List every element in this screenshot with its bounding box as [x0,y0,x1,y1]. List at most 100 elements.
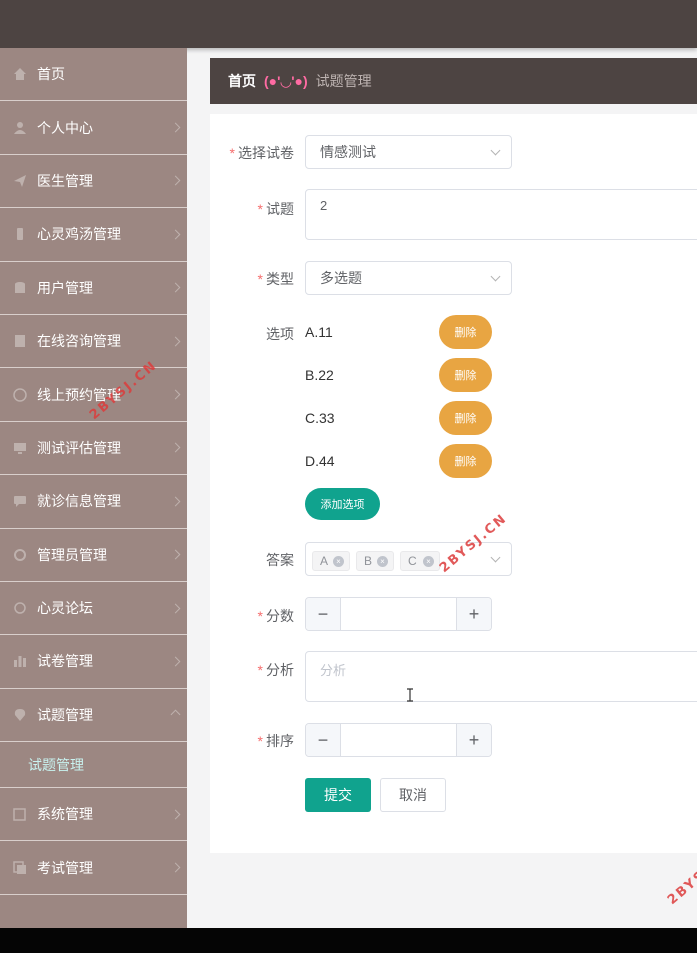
sidebar-item-admin[interactable]: 管理员管理 [0,529,187,582]
answer-tag: B × [356,551,394,571]
question-label-text: 试题 [266,201,294,217]
chevron-down-icon [170,442,181,453]
order-label: * 排序 [204,731,294,751]
answer-tag: A × [312,551,350,571]
answer-tag: C × [400,551,440,571]
type-label-text: 类型 [266,271,294,287]
sidebar-item-label: 就诊信息管理 [37,493,121,510]
sidebar: 首页 个人中心 医生管理 心灵鸡汤管理 用户管理 在线咨询管理 线上预约管理 测… [0,48,187,928]
location-icon [14,708,26,721]
sidebar-item-label: 用户管理 [37,279,93,296]
delete-option-button[interactable]: 删除 [439,444,492,478]
sidebar-item-label: 首页 [37,66,65,83]
sidebar-item-users[interactable]: 用户管理 [0,262,187,315]
send-icon [14,174,26,187]
required-mark: * [257,733,263,749]
chevron-down-icon [170,656,181,667]
required-mark: * [257,662,263,678]
analysis-textarea[interactable]: 分析 [305,651,697,702]
minus-icon[interactable]: − [306,724,341,756]
sidebar-item-label: 在线咨询管理 [37,333,121,350]
required-mark: * [257,608,263,624]
type-select[interactable]: 多选题 [305,261,512,295]
text-cursor-icon [407,688,413,702]
chevron-down-icon [170,862,181,873]
order-stepper[interactable]: − + [305,723,492,757]
refresh-icon [14,548,26,561]
score-stepper[interactable]: − + [305,597,492,631]
document-icon [15,335,25,348]
sidebar-item-label: 心灵论坛 [37,600,93,617]
option-text: A.11 [305,324,333,340]
sidebar-subitem-question-manage[interactable]: 试题管理 [0,742,187,789]
phone-icon [17,228,23,241]
chevron-up-icon [170,709,181,720]
paper-select[interactable]: 情感测试 [305,135,512,169]
sidebar-item-system[interactable]: 系统管理 [0,788,187,842]
sidebar-item-label: 系统管理 [37,806,93,823]
answer-tag-text: C [408,554,417,568]
chevron-down-icon [170,122,181,133]
monitor-icon [14,442,26,454]
delete-option-button[interactable]: 删除 [439,358,492,392]
plus-icon[interactable]: + [456,724,491,756]
type-label: * 类型 [204,269,294,289]
submit-button[interactable]: 提交 [305,778,371,812]
add-option-button[interactable]: 添加选项 [305,488,380,520]
chevron-down-icon [170,549,181,560]
chevron-down-icon [170,336,181,347]
sidebar-item-visit-info[interactable]: 就诊信息管理 [0,475,187,529]
required-mark: * [257,271,263,287]
home-icon [14,68,26,81]
chevron-down-icon [170,389,181,400]
analysis-label-text: 分析 [266,662,294,678]
breadcrumb-home[interactable]: 首页 [228,71,256,91]
paper-label: * 选择试卷 [204,143,294,163]
sidebar-item-personal-center[interactable]: 个人中心 [0,101,187,155]
plus-icon[interactable]: + [456,598,491,630]
chevron-down-icon [170,603,181,614]
close-icon[interactable]: × [423,556,434,567]
sidebar-item-assessment[interactable]: 测试评估管理 [0,422,187,476]
score-label-text: 分数 [266,608,294,624]
sidebar-item-label: 管理员管理 [37,546,107,563]
delete-option-button[interactable]: 删除 [439,401,492,435]
chevron-down-icon [170,229,181,240]
required-mark: * [257,201,263,217]
sidebar-item-question[interactable]: 试题管理 [0,689,187,743]
sidebar-item-paper[interactable]: 试卷管理 [0,635,187,689]
sidebar-item-label: 考试管理 [37,859,93,876]
chevron-down-icon [170,809,181,820]
chevron-down-icon [170,496,181,507]
question-textarea[interactable]: 2 [305,189,697,240]
close-icon[interactable]: × [333,556,344,567]
option-text: B.22 [305,367,334,383]
minus-icon[interactable]: − [306,598,341,630]
bottom-bar [0,928,697,953]
sidebar-item-home[interactable]: 首页 [0,48,187,102]
order-label-text: 排序 [266,733,294,749]
answer-tag-text: A [320,554,329,568]
edit-icon [13,808,26,822]
chevron-down-icon [490,271,501,282]
top-bar [0,0,697,48]
close-icon[interactable]: × [377,556,388,567]
cancel-button[interactable]: 取消 [380,778,446,812]
required-mark: * [229,145,235,161]
chevron-down-icon [170,282,181,293]
chat-icon [14,496,26,508]
delete-option-button[interactable]: 删除 [439,315,492,349]
sidebar-item-label: 试题管理 [37,706,93,723]
sidebar-item-doctor[interactable]: 医生管理 [0,155,187,209]
copy-icon [13,860,26,874]
sidebar-item-soup[interactable]: 心灵鸡汤管理 [0,208,187,262]
database-icon [15,281,25,293]
breadcrumb-current: 试题管理 [315,73,372,89]
sidebar-item-exam[interactable]: 考试管理 [0,841,187,895]
sidebar-subitem-label: 试题管理 [28,756,84,773]
question-label: * 试题 [204,199,294,219]
sidebar-item-consult[interactable]: 在线咨询管理 [0,315,187,369]
analysis-label: * 分析 [204,660,294,680]
sidebar-item-forum[interactable]: 心灵论坛 [0,582,187,636]
options-label: 选项 [266,326,294,342]
